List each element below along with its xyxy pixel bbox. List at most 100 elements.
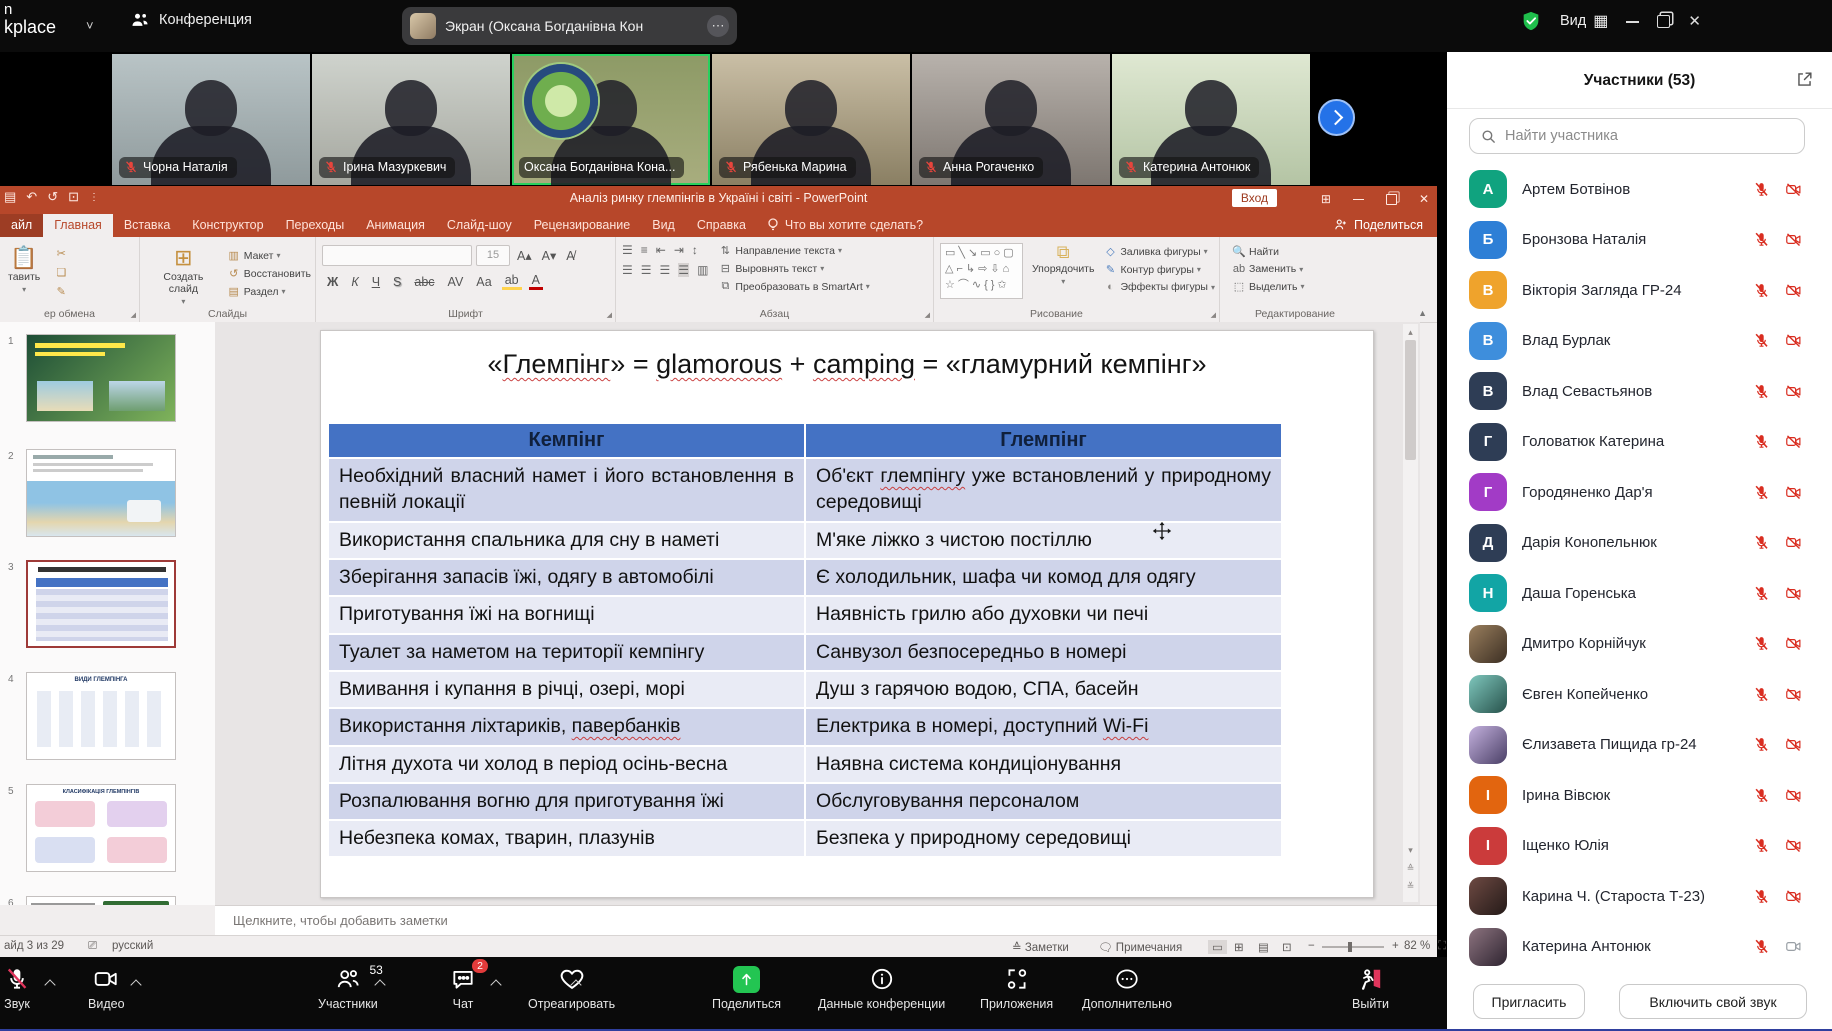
numbering-icon[interactable]: ≡	[641, 243, 648, 257]
video-tile[interactable]: Анна Рогаченко	[912, 54, 1110, 185]
participant-row[interactable]: Євген Копейченко	[1447, 669, 1832, 720]
ppt-close-button[interactable]: ✕	[1419, 192, 1429, 206]
arrange-button[interactable]: ⧉ Упорядочить▾	[1030, 243, 1096, 299]
toolbar-info-button[interactable]: Данные конференции	[818, 965, 945, 1011]
reading-view-icon[interactable]: ▤	[1258, 940, 1269, 954]
tell-me-box[interactable]: Что вы хотите сделать?	[757, 214, 933, 237]
ribbon-tab-рецензирование[interactable]: Рецензирование	[523, 214, 642, 237]
participant-row[interactable]: НДаша Горенська	[1447, 568, 1832, 619]
align-right-icon[interactable]: ☰	[660, 263, 671, 277]
slide-scrollbar[interactable]: ▴ ▾ ≙ ≚	[1403, 324, 1418, 902]
chevron-up-icon[interactable]	[374, 979, 385, 990]
char-spacing-icon[interactable]: AV	[445, 275, 467, 289]
ribbon-tab-главная[interactable]: Главная	[43, 214, 113, 237]
replace-button[interactable]: abЗаменить▾	[1232, 263, 1370, 275]
ribbon-tab-вставка[interactable]: Вставка	[113, 214, 181, 237]
select-button[interactable]: ⬚Выделить▾	[1232, 280, 1370, 293]
fit-to-window-icon[interactable]: ⛶	[1438, 940, 1446, 953]
new-slide-button[interactable]: ⊞ Создать слайд▾	[146, 243, 221, 310]
popout-icon[interactable]	[1795, 70, 1814, 89]
ribbon-tab-file[interactable]: айл	[0, 214, 43, 237]
sign-in-button[interactable]: Вход	[1232, 189, 1277, 207]
slide-sorter-view-icon[interactable]: ⊞	[1234, 940, 1244, 954]
toolbar-mic-button[interactable]: Звук	[2, 965, 32, 1011]
paste-button[interactable]: 📋 тавить▾	[2, 243, 46, 298]
copy-icon[interactable]: ❏	[54, 266, 68, 279]
video-tile[interactable]: Катерина Антонюк	[1112, 54, 1310, 185]
decrease-indent-icon[interactable]: ⇤	[656, 243, 666, 257]
search-participant-input[interactable]: Найти участника	[1469, 118, 1805, 154]
dialog-launcher-icon[interactable]: ◢	[925, 311, 930, 319]
justify-icon[interactable]: ☰	[678, 263, 689, 277]
toolbar-camera-button[interactable]: Видео	[88, 965, 125, 1011]
tab-conference[interactable]: Конференция	[130, 10, 252, 30]
ribbon-tab-слайд-шоу[interactable]: Слайд-шоу	[436, 214, 523, 237]
toolbar-apps-button[interactable]: Приложения	[980, 965, 1053, 1011]
spellcheck-icon[interactable]: ⎚	[88, 940, 97, 953]
video-tile[interactable]: Ірина Мазуркевич	[312, 54, 510, 185]
slide-thumbnail-6[interactable]: ecoTOURISM	[26, 896, 176, 905]
ppt-share-button[interactable]: Поделиться	[1319, 213, 1437, 237]
notes-pane[interactable]: Щелкните, чтобы добавить заметки	[215, 905, 1437, 935]
ppt-restore-button[interactable]	[1386, 194, 1397, 205]
grow-font-icon[interactable]: А▴	[514, 248, 535, 263]
next-slide-button[interactable]: ≚	[1403, 881, 1418, 892]
participant-row[interactable]: ВВікторія Загляда ГР-24	[1447, 265, 1832, 316]
participant-row[interactable]: ВВлад Севастьянов	[1447, 366, 1832, 417]
current-slide[interactable]: «Глемпінг» = glamorous + camping = «глам…	[320, 330, 1374, 898]
bullets-icon[interactable]: ☰	[622, 243, 633, 257]
clear-format-icon[interactable]: А̸	[563, 249, 577, 263]
participant-row[interactable]: ІІщенко Юлія	[1447, 821, 1832, 872]
columns-icon[interactable]: ▥	[697, 263, 708, 277]
shape-outline-button[interactable]: ✎Контур фигуры▾	[1103, 263, 1215, 276]
dialog-launcher-icon[interactable]: ◢	[1211, 311, 1216, 319]
toolbar-heart-button[interactable]: Отреагировать	[528, 965, 615, 1011]
change-case-icon[interactable]: Аа	[473, 275, 494, 289]
cut-icon[interactable]: ✂	[54, 247, 68, 260]
toolbar-share-button[interactable]: Поделиться	[712, 965, 781, 1011]
language-indicator[interactable]: русский	[112, 940, 153, 952]
window-restore-button[interactable]	[1657, 15, 1670, 28]
participant-row[interactable]: Дмитро Корнійчук	[1447, 619, 1832, 670]
participant-row[interactable]: ГГородяненко Дар'я	[1447, 467, 1832, 518]
collapse-ribbon-icon[interactable]: ▲	[1418, 308, 1427, 318]
ribbon-tab-конструктор[interactable]: Конструктор	[181, 214, 274, 237]
slide-thumbnail-5[interactable]: КЛАСИФІКАЦІЯ ГЛЕМПІНГІВ	[26, 784, 176, 872]
zoom-level[interactable]: 82 %	[1404, 940, 1430, 952]
italic-icon[interactable]: К	[348, 275, 361, 289]
ribbon-tab-переходы[interactable]: Переходы	[275, 214, 356, 237]
chevron-up-icon[interactable]	[490, 979, 501, 990]
ribbon-tab-анимация[interactable]: Анимация	[355, 214, 436, 237]
dialog-launcher-icon[interactable]: ◢	[131, 311, 136, 319]
participant-row[interactable]: ГГоловатюк Катерина	[1447, 417, 1832, 468]
increase-indent-icon[interactable]: ⇥	[674, 243, 684, 257]
scrollbar-thumb[interactable]	[1405, 340, 1416, 460]
format-painter-icon[interactable]: ✎	[54, 285, 68, 298]
participant-row[interactable]: Катерина Антонюк	[1447, 922, 1832, 973]
chevron-up-icon[interactable]	[44, 979, 55, 990]
zoom-slider[interactable]	[1322, 946, 1384, 948]
participant-row[interactable]: ДДарія Конопельнюк	[1447, 518, 1832, 569]
zoom-knob[interactable]	[1348, 942, 1352, 952]
video-tile[interactable]: Оксана Богданівна Кона...	[512, 54, 710, 185]
shape-effects-button[interactable]: ◐Эффекты фигуры▾	[1103, 281, 1215, 293]
view-button[interactable]: Вид ▦	[1560, 11, 1608, 31]
zoom-out-icon[interactable]: −	[1308, 940, 1315, 952]
slide-thumbnail-3[interactable]	[26, 560, 176, 648]
align-center-icon[interactable]: ☰	[641, 263, 652, 277]
chevron-up-icon[interactable]	[130, 979, 141, 990]
participant-row[interactable]: Єлизавета Пищида гр-24	[1447, 720, 1832, 771]
participant-row[interactable]: Карина Ч. (Староста Т-23)	[1447, 871, 1832, 922]
video-tile[interactable]: Рябенька Марина	[712, 54, 910, 185]
notes-toggle[interactable]: ≙ Заметки	[1012, 940, 1069, 954]
text-direction-button[interactable]: ⇅Направление текста▾	[718, 244, 869, 257]
next-page-button[interactable]	[1318, 99, 1355, 136]
invite-button[interactable]: Пригласить	[1473, 984, 1585, 1019]
dialog-launcher-icon[interactable]: ◢	[607, 311, 612, 319]
previous-slide-button[interactable]: ≙	[1403, 863, 1418, 874]
slide-thumbnail-2[interactable]	[26, 449, 176, 537]
underline-icon[interactable]: Ч	[369, 275, 383, 289]
security-shield-icon[interactable]	[1520, 10, 1542, 32]
line-spacing-icon[interactable]: ↕	[692, 243, 698, 257]
shrink-font-icon[interactable]: А▾	[539, 248, 560, 263]
